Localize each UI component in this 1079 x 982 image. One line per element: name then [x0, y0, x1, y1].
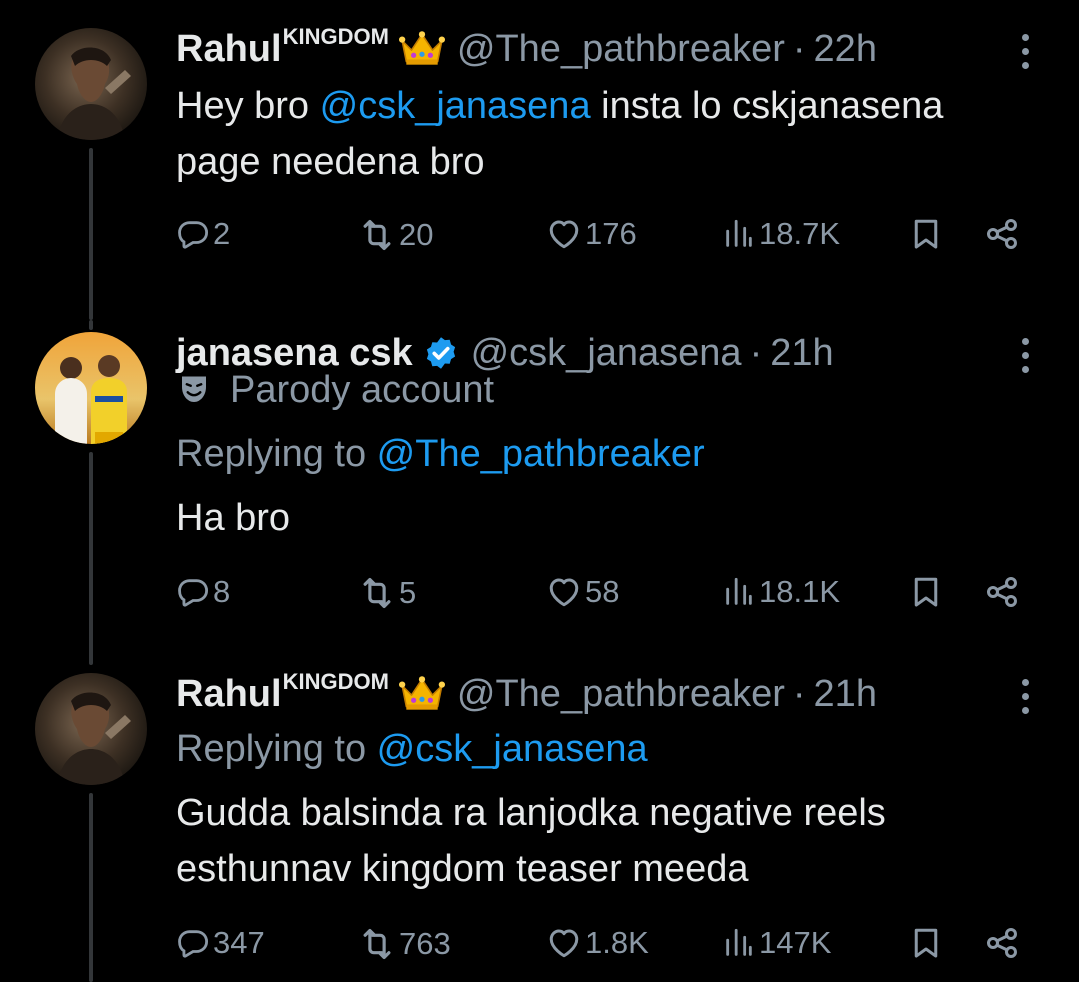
parody-label: Parody account	[176, 362, 1039, 418]
timestamp[interactable]: 21h	[814, 673, 877, 716]
like-count: 58	[585, 574, 620, 609]
repost-icon	[358, 574, 396, 612]
views-icon	[722, 926, 756, 960]
repost-button[interactable]: 5	[358, 574, 416, 612]
tweet-3[interactable]: Rahul KINGDOM @The_pathbreaker · 21h Replyi…	[0, 665, 1079, 982]
bookmark-icon	[908, 216, 944, 252]
display-name-superscript: KINGDOM	[282, 669, 389, 694]
tweet-body: Ha bro	[176, 490, 1039, 546]
repost-button[interactable]: 763	[358, 925, 451, 963]
action-bar: 2 20 176 18.7K	[176, 216, 1036, 256]
handle[interactable]: @The_pathbreaker	[457, 28, 785, 71]
views-button[interactable]: 18.1K	[722, 574, 840, 610]
reply-button[interactable]: 8	[176, 574, 230, 610]
like-button[interactable]: 176	[546, 216, 637, 252]
timestamp[interactable]: 22h	[814, 28, 877, 71]
crown-icon	[399, 675, 445, 713]
like-button[interactable]: 1.8K	[546, 925, 649, 961]
bookmark-icon	[908, 925, 944, 961]
more-options-icon[interactable]	[1015, 679, 1035, 714]
tweet-text: Gudda balsinda ra lanjodka negative reel…	[176, 792, 886, 834]
parody-label-text: Parody account	[230, 369, 495, 411]
crown-icon	[399, 30, 445, 68]
like-count: 176	[585, 216, 637, 251]
tweet-text: Ha bro	[176, 497, 291, 539]
tweet-1[interactable]: Rahul KINGDOM @The_pathbreaker · 22h Hey br…	[0, 0, 1079, 320]
repost-button[interactable]: 20	[358, 216, 433, 254]
mention-link[interactable]: @csk_janasena	[320, 85, 591, 127]
reply-icon	[176, 217, 210, 251]
avatar[interactable]	[35, 28, 147, 140]
theater-masks-icon	[182, 376, 206, 402]
view-count: 18.1K	[759, 574, 841, 609]
repost-count: 5	[399, 575, 417, 610]
tweet-text: Hey bro	[176, 85, 320, 127]
display-name[interactable]: Rahul	[176, 28, 282, 71]
bookmark-button[interactable]	[908, 925, 944, 961]
thread-line	[89, 148, 93, 320]
tweet-text: insta lo cskjanasena	[590, 85, 944, 127]
views-button[interactable]: 18.7K	[722, 216, 840, 252]
repost-count: 20	[399, 217, 434, 252]
view-count: 147K	[759, 925, 832, 960]
display-name[interactable]: Rahul	[176, 673, 282, 716]
view-count: 18.7K	[759, 216, 841, 251]
thread-line	[89, 452, 93, 665]
heart-icon	[546, 216, 582, 252]
share-icon	[984, 574, 1020, 610]
replying-to: Replying to @The_pathbreaker	[176, 426, 1039, 482]
tweet-2[interactable]: janasena csk @csk_janasena · 21h Parody ac…	[0, 320, 1079, 665]
replying-to-label: Replying to	[176, 728, 377, 770]
bookmark-icon	[908, 574, 944, 610]
reply-count: 8	[213, 574, 231, 609]
replying-to-label: Replying to	[176, 433, 377, 475]
share-icon	[984, 925, 1020, 961]
thread-line	[89, 320, 93, 330]
separator: ·	[792, 27, 806, 70]
heart-icon	[546, 925, 582, 961]
reply-count: 347	[213, 925, 265, 960]
bookmark-button[interactable]	[908, 216, 944, 252]
more-options-icon[interactable]	[1015, 34, 1035, 69]
avatar[interactable]	[35, 673, 147, 785]
handle[interactable]: @The_pathbreaker	[457, 673, 785, 716]
tweet-header: Rahul KINGDOM @The_pathbreaker · 22h	[176, 24, 1019, 74]
display-name-superscript: KINGDOM	[282, 24, 389, 49]
like-button[interactable]: 58	[546, 574, 619, 610]
tweet-text: esthunnav kingdom teaser meeda	[176, 848, 749, 890]
separator: ·	[792, 672, 806, 715]
views-icon	[722, 217, 756, 251]
replying-to: Replying to @csk_janasena	[176, 721, 1039, 777]
reply-button[interactable]: 2	[176, 216, 230, 252]
tweet-header: Rahul KINGDOM @The_pathbreaker · 21h	[176, 669, 1019, 719]
repost-icon	[358, 216, 396, 254]
action-bar: 8 5 58 18.1K	[176, 574, 1036, 614]
repost-icon	[358, 925, 396, 963]
bookmark-button[interactable]	[908, 574, 944, 610]
replying-to-link[interactable]: @The_pathbreaker	[377, 433, 705, 475]
replying-to-link[interactable]: @csk_janasena	[377, 728, 648, 770]
views-button[interactable]: 147K	[722, 925, 831, 961]
tweet-text: page needena bro	[176, 141, 485, 183]
tweet-body: Gudda balsinda ra lanjodka negative reel…	[176, 785, 1039, 897]
share-button[interactable]	[984, 216, 1020, 252]
action-bar: 347 763 1.8K 147K	[176, 925, 1036, 965]
heart-icon	[546, 574, 582, 610]
reply-count: 2	[213, 216, 231, 251]
like-count: 1.8K	[585, 925, 649, 960]
share-button[interactable]	[984, 925, 1020, 961]
views-icon	[722, 575, 756, 609]
reply-icon	[176, 926, 210, 960]
thread-line	[89, 793, 93, 982]
tweet-body: Hey bro @csk_janasena insta lo cskjanase…	[176, 78, 1039, 190]
avatar[interactable]	[35, 332, 147, 444]
share-icon	[984, 216, 1020, 252]
share-button[interactable]	[984, 574, 1020, 610]
reply-button[interactable]: 347	[176, 925, 265, 961]
reply-icon	[176, 575, 210, 609]
repost-count: 763	[399, 926, 451, 961]
